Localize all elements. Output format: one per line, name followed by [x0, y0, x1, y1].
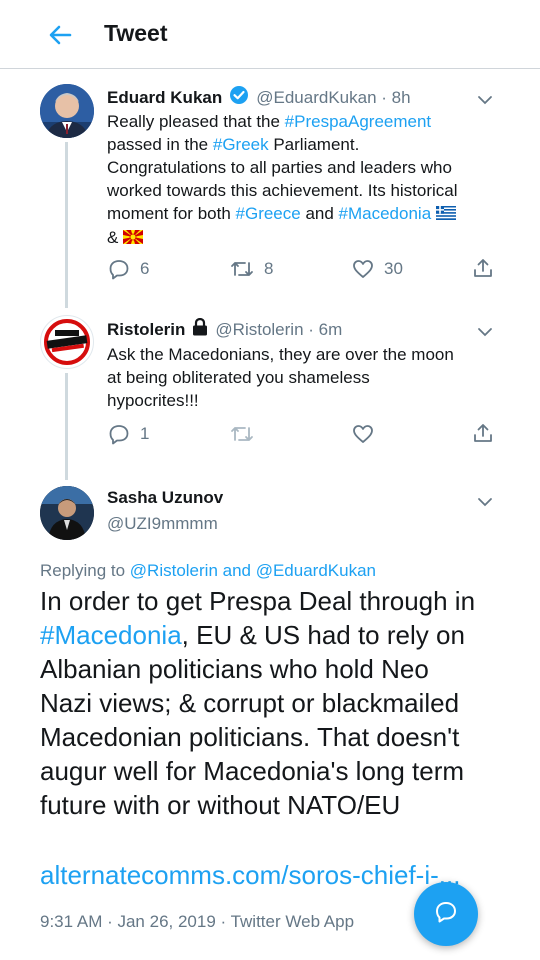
- author-handle-time: @EduardKukan · 8h: [256, 87, 411, 107]
- external-link[interactable]: alternatecomms.com/soros-chief-i-...: [40, 860, 460, 891]
- lock-icon: [192, 317, 208, 341]
- retweet-button[interactable]: [230, 423, 254, 450]
- chevron-down-icon[interactable]: [477, 324, 493, 337]
- avatar[interactable]: [40, 84, 94, 138]
- macedonia-flag-icon: [123, 227, 144, 250]
- retweet-count: 8: [264, 259, 274, 278]
- hashtag-link[interactable]: #Macedonia: [339, 204, 432, 223]
- author-name[interactable]: Eduard Kukan: [107, 88, 222, 108]
- replying-to: Replying to @Ristolerin and @EduardKukan: [40, 561, 376, 580]
- heart-icon: [352, 258, 374, 280]
- reply-button[interactable]: 6: [108, 258, 149, 280]
- compose-reply-button[interactable]: [414, 882, 478, 946]
- like-button[interactable]: 30: [352, 258, 403, 280]
- retweet-icon: [230, 258, 254, 280]
- hashtag-link[interactable]: #Greece: [236, 204, 301, 223]
- retweet-icon: [230, 427, 254, 449]
- chevron-down-icon[interactable]: [477, 494, 493, 507]
- reply-icon: [108, 423, 130, 445]
- verified-badge-icon: [229, 85, 249, 110]
- hashtag-link[interactable]: #PrespaAgreement: [285, 112, 431, 131]
- like-count: 30: [384, 259, 403, 278]
- avatar[interactable]: [40, 486, 94, 540]
- avatar[interactable]: [40, 315, 94, 369]
- heart-icon: [352, 425, 374, 449]
- reply-count: 6: [140, 259, 150, 278]
- reply-button[interactable]: 1: [108, 423, 149, 445]
- chevron-down-icon[interactable]: [477, 92, 493, 105]
- reply-bubble-icon: [433, 899, 459, 930]
- author-handle-time: @Ristolerin · 6m: [215, 319, 343, 339]
- author-name[interactable]: Ristolerin: [107, 320, 185, 340]
- reply-count: 1: [140, 424, 150, 443]
- like-button[interactable]: [352, 423, 374, 450]
- page-title: Tweet: [104, 20, 168, 46]
- hashtag-link[interactable]: #Greek: [213, 135, 269, 154]
- tweet-timestamp: 9:31 AM · Jan 26, 2019 · Twitter Web App: [40, 912, 355, 931]
- thread-line: [65, 142, 68, 308]
- back-arrow-icon[interactable]: [44, 18, 78, 52]
- hashtag-link[interactable]: #Macedonia: [40, 620, 182, 650]
- tweet-text: Ask the Macedonians, they are over the m…: [107, 345, 454, 410]
- tweet-text: In order to get Prespa Deal through in #…: [40, 586, 476, 820]
- top-bar: [0, 0, 540, 69]
- greece-flag-icon: [435, 203, 456, 226]
- thread-line: [65, 373, 68, 480]
- reply-icon: [108, 258, 130, 280]
- author-name[interactable]: Sasha Uzunov: [107, 488, 223, 508]
- share-icon[interactable]: [472, 422, 494, 449]
- share-icon[interactable]: [472, 257, 494, 284]
- tweet-text: Really pleased that the #PrespaAgreement…: [107, 110, 507, 250]
- retweet-button[interactable]: 8: [230, 258, 273, 280]
- author-handle[interactable]: @UZI9mmmm: [107, 514, 218, 534]
- reply-mentions-link[interactable]: @Ristolerin and @EduardKukan: [130, 561, 376, 580]
